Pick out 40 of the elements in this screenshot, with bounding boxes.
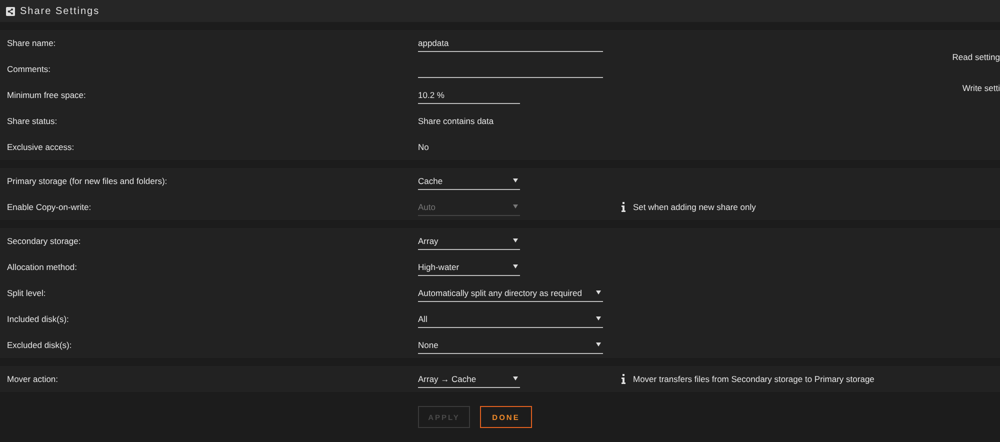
field-label: Secondary storage: <box>6 236 82 246</box>
field-label: Enable Copy-on-write: <box>6 202 92 212</box>
dropdown[interactable]: Array <box>418 232 520 250</box>
dropdown[interactable]: Array → Cache <box>418 370 520 388</box>
field-label: Included disk(s): <box>6 314 70 324</box>
field-label: Split level: <box>6 288 47 298</box>
side-label: Read setting <box>952 52 1000 62</box>
caret-icon <box>513 238 518 243</box>
info-icon <box>621 374 626 384</box>
dropdown[interactable]: High-water <box>418 258 520 276</box>
window-title: Share Settings <box>20 6 100 16</box>
caret-icon <box>596 290 601 295</box>
field-label: Allocation method: <box>6 262 78 272</box>
text-field[interactable]: appdata <box>418 34 603 52</box>
field-label: Share name: <box>6 38 57 48</box>
text-field[interactable]: 10.2 % <box>418 86 520 104</box>
side-label: Write setti <box>962 83 1000 93</box>
caret-icon <box>513 264 518 269</box>
share-icon <box>6 6 15 16</box>
help-text: Set when adding new share only <box>633 202 756 212</box>
caret-icon <box>596 342 601 347</box>
field-label: Minimum free space: <box>6 90 87 100</box>
field-label: Mover action: <box>6 374 60 384</box>
caret-icon <box>513 178 518 183</box>
field-label: Exclusive access: <box>6 142 76 152</box>
field-value: No <box>418 142 429 152</box>
field-label: Excluded disk(s): <box>6 340 73 350</box>
caret-icon <box>513 204 518 209</box>
dropdown[interactable]: All <box>418 310 603 328</box>
help-text: Mover transfers files from Secondary storage to Primary storage <box>633 374 874 384</box>
field-label: Primary storage (for new files and folders): <box>6 176 168 186</box>
caret-icon <box>513 376 518 381</box>
field-label: Share status: <box>6 116 58 126</box>
field-label: Comments: <box>6 64 52 74</box>
dropdown[interactable]: None <box>418 336 603 354</box>
caret-icon <box>596 316 601 321</box>
dropdown[interactable]: Automatically split any directory as required <box>418 284 603 302</box>
info-icon <box>621 202 626 212</box>
field-value: Share contains data <box>418 116 494 126</box>
dropdown[interactable]: Cache <box>418 172 520 190</box>
